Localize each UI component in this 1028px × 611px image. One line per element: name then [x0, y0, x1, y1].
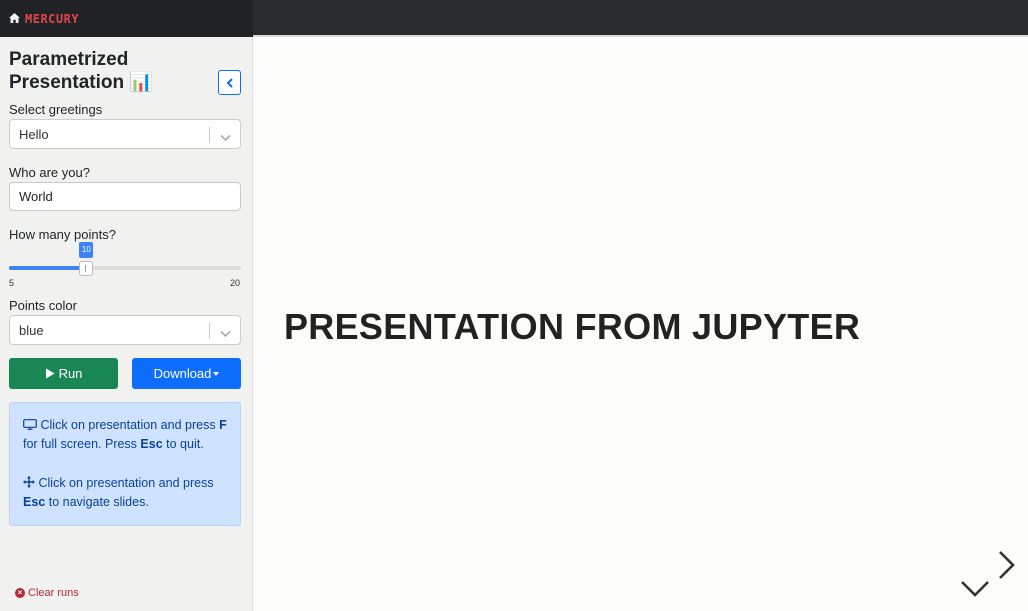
chevron-down-icon — [220, 129, 231, 147]
move-arrows-icon — [23, 476, 35, 488]
caret-down-icon — [213, 371, 220, 376]
info-alert: Click on presentation and press F for fu… — [9, 402, 241, 526]
divider — [253, 35, 1028, 37]
top-navbar: MERCURY — [0, 0, 1028, 37]
slide-title: PRESENTATION FROM JUPYTER — [284, 306, 861, 347]
navigate-hint: Click on presentation and press Esc to n… — [23, 476, 214, 509]
slider-min-label: 5 — [9, 278, 15, 288]
fullscreen-hint: Click on presentation and press F for fu… — [23, 418, 227, 451]
points-slider[interactable] — [9, 266, 241, 270]
clear-runs-link[interactable]: × Clear runs — [15, 587, 79, 599]
color-label: Points color — [9, 298, 77, 313]
x-circle-icon: × — [15, 588, 25, 598]
download-button[interactable]: Download — [132, 358, 241, 389]
sidebar-title: Parametrized Presentation 📊 — [9, 49, 154, 93]
greetings-label: Select greetings — [9, 102, 103, 117]
chevron-left-icon — [226, 77, 233, 88]
arrow-down-icon[interactable] — [960, 578, 990, 600]
play-icon — [45, 368, 55, 379]
slider-max-label: 20 — [230, 278, 241, 288]
sidebar: Parametrized Presentation 📊 Select greet… — [0, 37, 253, 611]
color-select[interactable]: blue — [9, 315, 241, 345]
slider-handle[interactable] — [79, 261, 94, 276]
select-separator — [209, 127, 210, 143]
select-separator — [209, 323, 210, 339]
monitor-icon — [23, 419, 37, 430]
name-input[interactable] — [9, 182, 241, 211]
run-label: Run — [58, 366, 83, 381]
brand[interactable]: MERCURY — [0, 0, 253, 37]
chevron-down-icon — [220, 325, 231, 343]
slider-value-tooltip: 10 — [79, 242, 94, 258]
collapse-sidebar-button[interactable] — [218, 70, 241, 95]
greetings-select[interactable]: Hello — [9, 119, 241, 149]
download-label: Download — [153, 366, 212, 381]
points-label: How many points? — [9, 227, 116, 242]
name-label: Who are you? — [9, 165, 90, 180]
home-icon — [9, 12, 20, 25]
run-button[interactable]: Run — [9, 358, 118, 389]
color-value: blue — [19, 323, 44, 338]
arrow-right-icon[interactable] — [996, 550, 1018, 580]
clear-runs-label: Clear runs — [28, 587, 79, 599]
greetings-value: Hello — [19, 127, 49, 142]
brand-name: MERCURY — [25, 11, 80, 26]
slider-fill — [9, 266, 87, 270]
